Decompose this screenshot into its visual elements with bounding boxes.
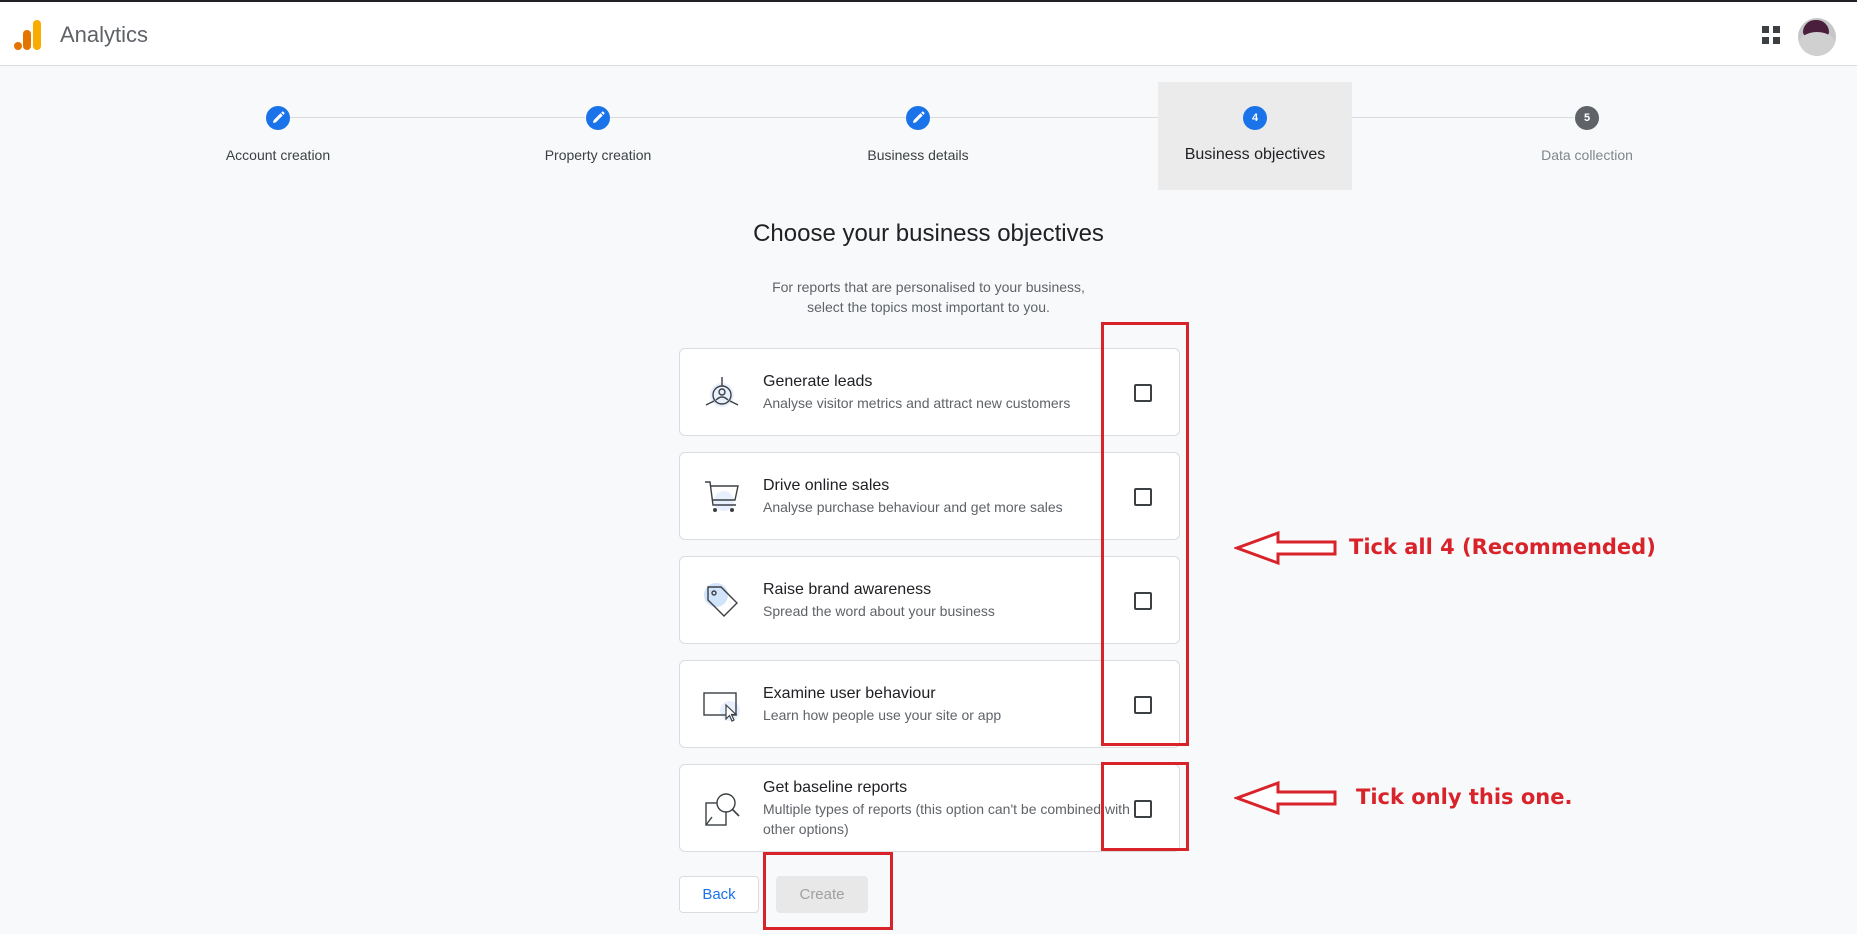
screen-cursor-icon	[703, 692, 740, 722]
objective-title: Raise brand awareness	[763, 581, 932, 598]
back-button[interactable]: Back	[679, 876, 759, 913]
leads-icon	[705, 377, 739, 407]
tag-icon	[704, 583, 738, 617]
step-account-creation[interactable]: Account creation	[188, 82, 368, 190]
step-data-collection[interactable]: 5 Data collection	[1497, 82, 1677, 190]
report-magnifier-icon	[705, 793, 740, 826]
avatar[interactable]	[1798, 18, 1836, 56]
edit-pencil-icon	[266, 106, 290, 130]
subtitle-line: For reports that are personalised to you…	[772, 279, 1085, 295]
annotation-arrow-left-icon	[1234, 530, 1337, 566]
step-label: Property creation	[544, 147, 652, 163]
annotation-box-four-checkboxes	[1101, 322, 1189, 746]
analytics-logo-icon[interactable]	[14, 20, 42, 50]
annotation-arrow-left-icon	[1234, 780, 1337, 816]
step-number: 4	[1243, 106, 1267, 130]
top-bar: Analytics	[0, 0, 1857, 66]
step-label: Business details	[867, 147, 969, 163]
edit-pencil-icon	[586, 106, 610, 130]
step-business-details[interactable]: Business details	[828, 82, 1008, 190]
step-number: 5	[1575, 106, 1599, 130]
step-label: Account creation	[225, 147, 331, 163]
apps-grid-icon[interactable]	[1760, 24, 1782, 46]
step-label: Business objectives	[1184, 146, 1326, 163]
step-property-creation[interactable]: Property creation	[508, 82, 688, 190]
objective-title: Drive online sales	[763, 477, 890, 494]
page-title: Choose your business objectives	[753, 220, 1104, 247]
annotation-text-tick-one: Tick only this one.	[1356, 785, 1573, 809]
annotation-box-baseline-checkbox	[1101, 762, 1189, 851]
edit-pencil-icon	[906, 106, 930, 130]
annotation-text-tick-all: Tick all 4 (Recommended)	[1349, 535, 1656, 559]
objective-title: Get baseline reports	[763, 779, 908, 796]
objective-title: Generate leads	[763, 373, 873, 390]
page-subtitle: For reports that are personalised to you…	[0, 277, 1857, 317]
app-title: Analytics	[60, 22, 149, 47]
step-business-objectives[interactable]: 4 Business objectives	[1158, 82, 1352, 190]
subtitle-line: select the topics most important to you.	[807, 299, 1050, 315]
annotation-box-create-button	[763, 852, 893, 930]
objective-title: Examine user behaviour	[763, 685, 936, 702]
step-label: Data collection	[1541, 147, 1633, 163]
stepper: Account creation Property creation Busin…	[0, 82, 1857, 190]
shopping-cart-icon	[705, 481, 739, 512]
